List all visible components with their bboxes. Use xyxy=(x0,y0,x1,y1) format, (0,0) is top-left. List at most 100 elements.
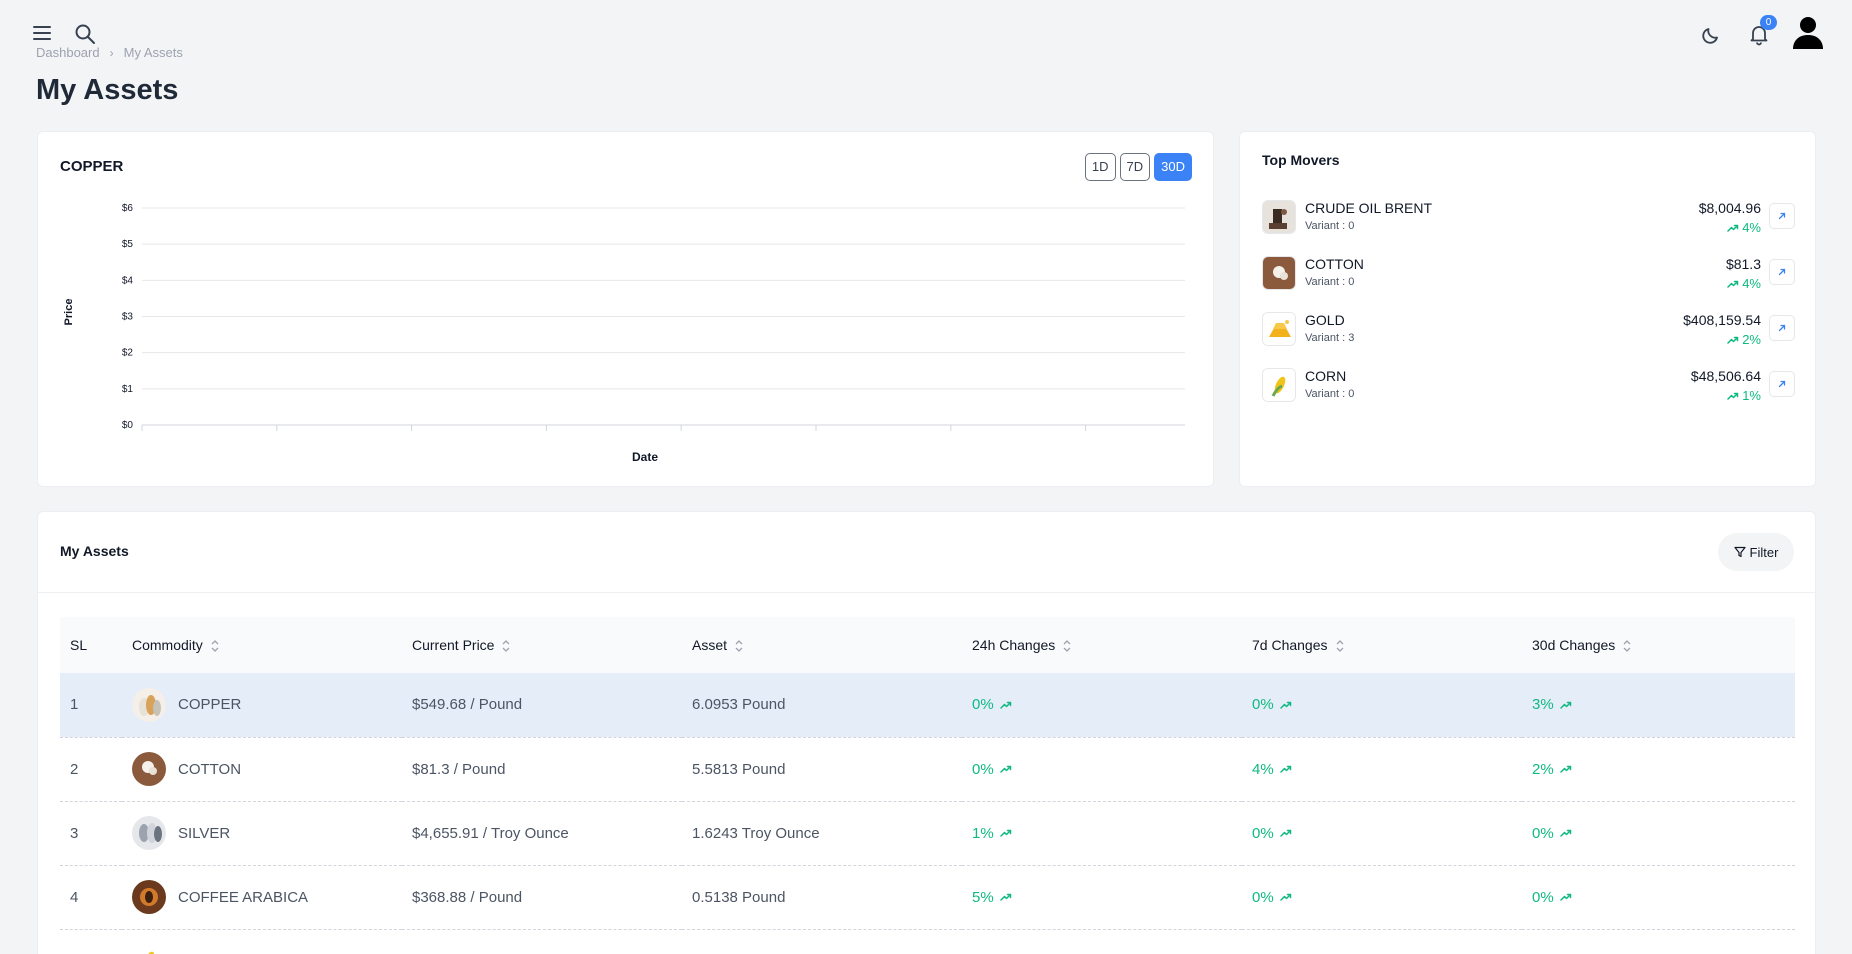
assets-title: My Assets xyxy=(60,543,129,559)
column-header: SL xyxy=(60,617,122,673)
column-header-label: Commodity xyxy=(132,636,203,653)
change-7d: 0% xyxy=(1252,696,1274,714)
open-mover-button[interactable] xyxy=(1769,371,1795,397)
sort-icon[interactable] xyxy=(502,639,510,653)
change-7d: 0% xyxy=(1252,888,1274,906)
sort-icon[interactable] xyxy=(735,639,743,653)
menu-icon[interactable] xyxy=(33,26,51,40)
mover-variant: Variant : 3 xyxy=(1305,332,1355,344)
column-header[interactable]: 7d Changes xyxy=(1242,617,1522,673)
cell-30d: 2% xyxy=(1522,737,1795,802)
cell-7d: 1% xyxy=(1242,929,1522,954)
cell-30d: 3% xyxy=(1522,673,1795,738)
change-7d: 4% xyxy=(1252,760,1274,778)
mover-item: CORN Variant : 0 $48,506.64 1% xyxy=(1262,366,1795,410)
range-7d-button[interactable]: 7D xyxy=(1119,153,1151,181)
mover-change-value: 2% xyxy=(1742,332,1761,347)
change-24h: 0% xyxy=(972,760,994,778)
corn-icon xyxy=(132,944,166,954)
column-header[interactable]: 30d Changes xyxy=(1522,617,1795,673)
mover-price: $408,159.54 xyxy=(1683,312,1761,328)
coffee-icon xyxy=(132,880,166,914)
change-24h: 0% xyxy=(972,696,994,714)
sort-icon[interactable] xyxy=(211,639,219,653)
y-tick-label: $3 xyxy=(122,312,134,323)
trend-up-icon xyxy=(999,765,1011,773)
table-row[interactable]: 5 CORN $48,506.64 / Bushel 0.8536 Bushel… xyxy=(60,929,1795,954)
trend-up-icon xyxy=(1727,392,1739,400)
trend-up-icon xyxy=(999,893,1011,901)
table-row[interactable]: 3 SILVER $4,655.91 / Troy Ounce 1.6243 T… xyxy=(60,801,1795,866)
change-30d: 0% xyxy=(1532,824,1554,842)
cotton-icon xyxy=(132,752,166,786)
moon-icon[interactable] xyxy=(1700,24,1722,46)
cell-price: $549.68 / Pound xyxy=(402,673,682,738)
trend-up-icon xyxy=(1559,829,1571,837)
change-7d: 0% xyxy=(1252,824,1274,842)
search-icon[interactable] xyxy=(74,23,96,45)
mover-variant: Variant : 0 xyxy=(1305,220,1355,232)
trend-up-icon xyxy=(1559,765,1571,773)
column-header-label: 30d Changes xyxy=(1532,636,1616,653)
gold-bars-icon xyxy=(1263,313,1295,345)
arrow-up-right-icon xyxy=(1778,268,1786,276)
column-header-label: SL xyxy=(70,637,88,653)
cell-24h: 0% xyxy=(962,737,1242,802)
sort-icon[interactable] xyxy=(1623,639,1631,653)
silver-icon xyxy=(132,816,166,850)
trend-up-icon xyxy=(999,829,1011,837)
cell-sl: 4 xyxy=(60,865,122,930)
divider xyxy=(38,592,1815,593)
mover-variant: Variant : 0 xyxy=(1305,276,1355,288)
change-24h: 1% xyxy=(972,824,994,842)
avatar[interactable] xyxy=(1792,15,1824,49)
cell-24h: 2% xyxy=(962,929,1242,954)
open-mover-button[interactable] xyxy=(1769,259,1795,285)
mover-name: GOLD xyxy=(1305,312,1345,328)
column-header[interactable]: Commodity xyxy=(122,617,402,673)
range-1d-button[interactable]: 1D xyxy=(1084,153,1116,181)
mover-thumbnail xyxy=(1262,200,1296,234)
arrow-up-right-icon xyxy=(1778,324,1786,332)
mover-thumbnail xyxy=(1262,312,1296,346)
open-mover-button[interactable] xyxy=(1769,203,1795,229)
mover-change: 4% xyxy=(1727,220,1761,235)
cell-commodity: SILVER xyxy=(122,801,402,866)
breadcrumb: Dashboard › My Assets xyxy=(36,45,183,60)
cell-24h: 1% xyxy=(962,801,1242,866)
sort-icon[interactable] xyxy=(1336,639,1344,653)
mover-item: CRUDE OIL BRENT Variant : 0 $8,004.96 4% xyxy=(1262,198,1795,242)
table-row[interactable]: 4 COFFEE ARABICA $368.88 / Pound 0.5138 … xyxy=(60,865,1795,930)
open-mover-button[interactable] xyxy=(1769,315,1795,341)
y-tick-label: $1 xyxy=(122,384,134,395)
sort-icon[interactable] xyxy=(1063,639,1071,653)
cell-commodity: CORN xyxy=(122,929,402,954)
table-row[interactable]: 1 COPPER $549.68 / Pound 6.0953 Pound 0%… xyxy=(60,673,1795,738)
mover-change-value: 1% xyxy=(1742,388,1761,403)
mover-name: COTTON xyxy=(1305,256,1364,272)
trend-up-icon xyxy=(1279,701,1291,709)
change-30d: 0% xyxy=(1532,888,1554,906)
cell-commodity: COPPER xyxy=(122,673,402,738)
mover-price: $81.3 xyxy=(1725,256,1761,272)
cell-24h: 0% xyxy=(962,673,1242,738)
mover-change: 1% xyxy=(1727,388,1761,403)
commodity-image xyxy=(132,944,166,954)
corn-icon xyxy=(1263,369,1295,401)
cell-sl: 5 xyxy=(60,929,122,954)
column-header-label: Current Price xyxy=(412,636,495,653)
mover-thumbnail xyxy=(1262,368,1296,402)
mover-item: COTTON Variant : 0 $81.3 4% xyxy=(1262,254,1795,298)
column-header[interactable]: Current Price xyxy=(402,617,682,673)
filter-button[interactable]: Filter xyxy=(1718,533,1794,571)
y-tick-label: $4 xyxy=(122,275,134,286)
price-chart-card: COPPER 1D 7D 30D $0 $1 $2 $3 $4 $5 $6 Price Da… xyxy=(37,131,1214,487)
column-header[interactable]: 24h Changes xyxy=(962,617,1242,673)
breadcrumb-home[interactable]: Dashboard xyxy=(36,45,100,60)
range-30d-button[interactable]: 30D xyxy=(1154,153,1192,181)
cotton-icon xyxy=(1263,257,1295,289)
commodity-name: COPPER xyxy=(178,696,242,714)
table-row[interactable]: 2 COTTON $81.3 / Pound 5.5813 Pound 0% 4… xyxy=(60,737,1795,802)
cell-30d: 0% xyxy=(1522,865,1795,930)
column-header[interactable]: Asset xyxy=(682,617,962,673)
